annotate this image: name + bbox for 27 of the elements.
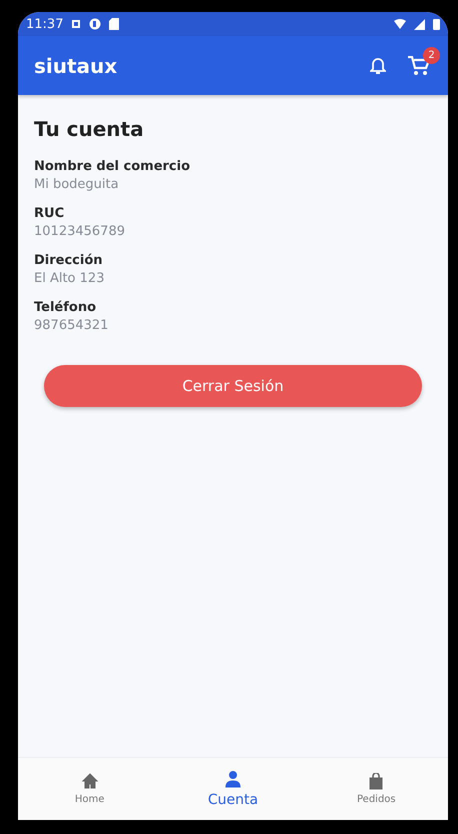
field-value: 987654321 [34,318,110,333]
field-label: Nombre del comercio [34,159,192,174]
notification-icon [71,19,82,29]
field-label: Dirección [34,253,104,268]
field-label: RUC [34,206,66,221]
cart-badge: 2 [423,46,440,64]
nav-tab[interactable]: Cuenta [161,758,305,820]
notification-icon [89,18,102,30]
bell-icon[interactable] [370,56,386,74]
field-value: El Alto 123 [34,271,106,286]
sd-card-icon [109,18,120,30]
nav-tab[interactable]: Home [18,758,162,820]
home-icon [82,773,98,790]
field-label: Teléfono [34,300,98,315]
wifi-icon [394,19,406,29]
cart-icon[interactable] [408,56,430,76]
logout-button[interactable]: Cerrar Sesión [44,365,422,407]
page-heading: Tu cuenta [34,117,145,141]
app-title: siutaux [34,54,118,78]
shopping-bag-icon [368,773,384,790]
nav-tab[interactable]: Pedidos [304,758,448,820]
field-value: Mi bodeguita [34,177,120,192]
status-time: 11:37 [26,16,64,32]
person-icon [224,770,241,788]
signal-icon [414,18,425,30]
field-value: 10123456789 [34,224,126,239]
battery-icon [433,18,440,30]
